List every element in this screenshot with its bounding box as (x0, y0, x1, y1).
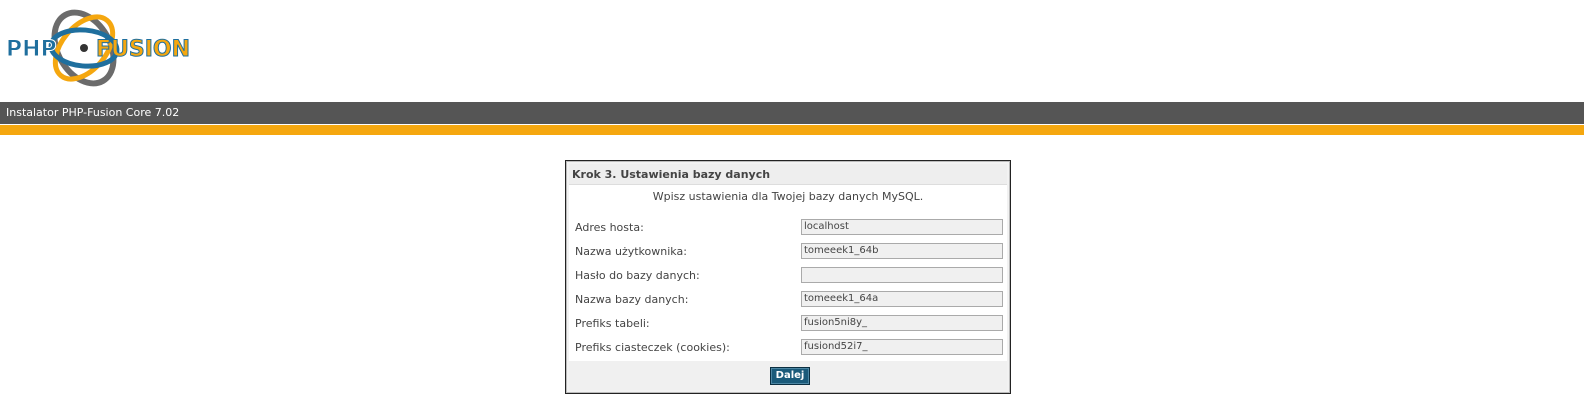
field-row-password: Hasło do bazy danych: (575, 267, 1003, 283)
cookie-prefix-label: Prefiks ciasteczek (cookies): (575, 341, 730, 354)
field-row-cookie-prefix: Prefiks ciasteczek (cookies): (575, 339, 1003, 355)
php-fusion-logo: PHP FUSION (6, 9, 191, 87)
field-row-table-prefix: Prefiks tabeli: (575, 315, 1003, 331)
logo-text-php: PHP (6, 37, 57, 62)
host-input[interactable] (801, 219, 1003, 235)
accent-bar (0, 125, 1584, 135)
password-label: Hasło do bazy danych: (575, 269, 700, 282)
password-input[interactable] (801, 267, 1003, 283)
table-prefix-input[interactable] (801, 315, 1003, 331)
field-row-host: Adres hosta: (575, 219, 1003, 235)
panel-footer: Dalej (569, 361, 1007, 390)
installer-title: Instalator PHP-Fusion Core 7.02 (6, 106, 180, 119)
table-prefix-label: Prefiks tabeli: (575, 317, 650, 330)
logo-text-fusion: FUSION (96, 37, 190, 62)
database-settings-panel: Krok 3. Ustawienia bazy danych Wpisz ust… (565, 160, 1011, 394)
database-name-input[interactable] (801, 291, 1003, 307)
installer-page: PHP FUSION Instalator PHP-Fusion Core 7.… (0, 0, 1584, 420)
database-name-label: Nazwa bazy danych: (575, 293, 689, 306)
cookie-prefix-input[interactable] (801, 339, 1003, 355)
installer-titlebar: Instalator PHP-Fusion Core 7.02 (0, 102, 1584, 124)
panel-body: Wpisz ustawienia dla Twojej bazy danych … (569, 185, 1007, 361)
panel-title: Krok 3. Ustawienia bazy danych (572, 168, 771, 181)
username-label: Nazwa użytkownika: (575, 245, 687, 258)
panel-header: Krok 3. Ustawienia bazy danych (569, 164, 1007, 185)
panel-intro: Wpisz ustawienia dla Twojej bazy danych … (652, 190, 924, 203)
host-label: Adres hosta: (575, 221, 644, 234)
username-input[interactable] (801, 243, 1003, 259)
field-row-dbname: Nazwa bazy danych: (575, 291, 1003, 307)
next-button[interactable]: Dalej (770, 367, 810, 385)
field-row-user: Nazwa użytkownika: (575, 243, 1003, 259)
